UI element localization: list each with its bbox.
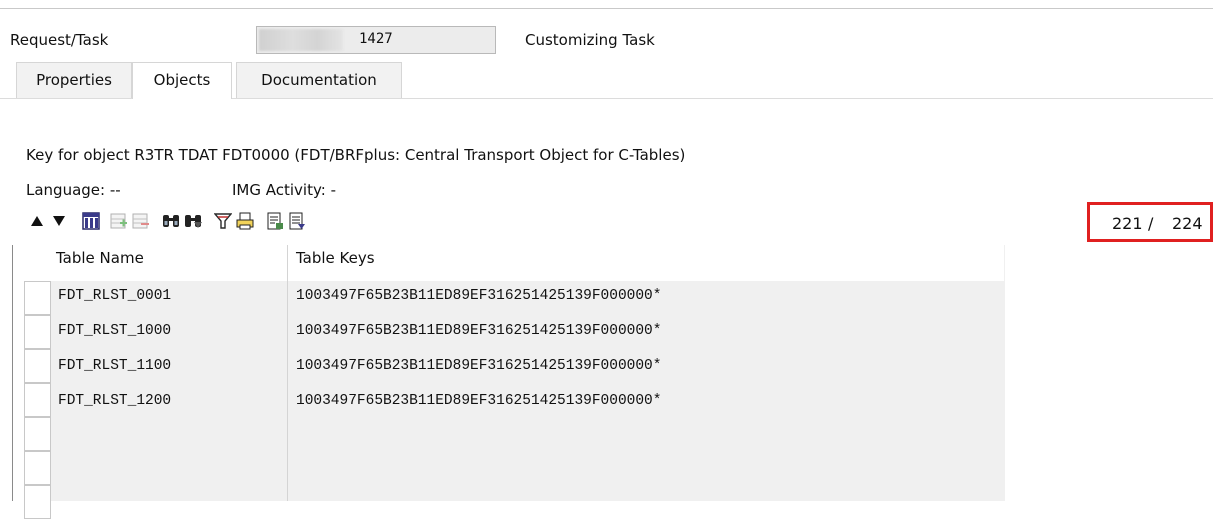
column-header-table-name[interactable]: Table Name: [56, 249, 144, 267]
left-border: [12, 245, 13, 501]
table-cell-key[interactable]: 1003497F65B23B11ED89EF316251425139F00000…: [296, 323, 661, 339]
table-cell-key[interactable]: 1003497F65B23B11ED89EF316251425139F00000…: [296, 393, 661, 409]
table-header-row: [24, 245, 1004, 281]
tab-documentation[interactable]: Documentation: [236, 62, 402, 98]
triangle-down-icon[interactable]: [48, 210, 70, 232]
request-type-label: Customizing Task: [525, 31, 655, 49]
table-cell-name[interactable]: FDT_RLST_0001: [58, 288, 171, 304]
row-counter-total: 224: [1172, 214, 1203, 233]
triangle-up-icon[interactable]: [26, 210, 48, 232]
find-next-icon[interactable]: [182, 210, 204, 232]
request-task-field[interactable]: 1427: [256, 26, 496, 54]
insert-row-icon[interactable]: [108, 210, 130, 232]
object-key-description: Key for object R3TR TDAT FDT0000 (FDT/BR…: [26, 146, 686, 164]
tab-objects[interactable]: Objects: [132, 62, 232, 99]
column-header-table-keys[interactable]: Table Keys: [296, 249, 375, 267]
row-selector[interactable]: [24, 383, 51, 417]
request-number: 1427: [359, 31, 393, 47]
window-top-border: [0, 8, 1213, 9]
export-icon[interactable]: [264, 210, 286, 232]
delete-row-icon[interactable]: [130, 210, 152, 232]
row-selector[interactable]: [24, 281, 51, 315]
table-cell-name[interactable]: FDT_RLST_1000: [58, 323, 171, 339]
tab-properties[interactable]: Properties: [16, 62, 132, 98]
row-selector[interactable]: [24, 485, 51, 519]
filter-icon[interactable]: [212, 210, 234, 232]
column-divider: [287, 245, 288, 501]
redacted-request-prefix: [259, 29, 343, 51]
table-cell-name[interactable]: FDT_RLST_1200: [58, 393, 171, 409]
details-icon[interactable]: [286, 210, 308, 232]
request-task-label: Request/Task: [10, 31, 109, 49]
print-icon[interactable]: [234, 210, 256, 232]
table-cell-key[interactable]: 1003497F65B23B11ED89EF316251425139F00000…: [296, 358, 661, 374]
columns-icon[interactable]: [80, 210, 102, 232]
row-selector[interactable]: [24, 451, 51, 485]
img-activity-label: IMG Activity: -: [232, 181, 336, 199]
row-selector[interactable]: [24, 315, 51, 349]
row-counter-current[interactable]: 221: [1112, 214, 1143, 233]
row-counter-separator: /: [1148, 214, 1154, 233]
language-label: Language: --: [26, 181, 121, 199]
table-cell-name[interactable]: FDT_RLST_1100: [58, 358, 171, 374]
row-selector[interactable]: [24, 349, 51, 383]
row-selector[interactable]: [24, 417, 51, 451]
table-cell-key[interactable]: 1003497F65B23B11ED89EF316251425139F00000…: [296, 288, 661, 304]
find-icon[interactable]: [160, 210, 182, 232]
